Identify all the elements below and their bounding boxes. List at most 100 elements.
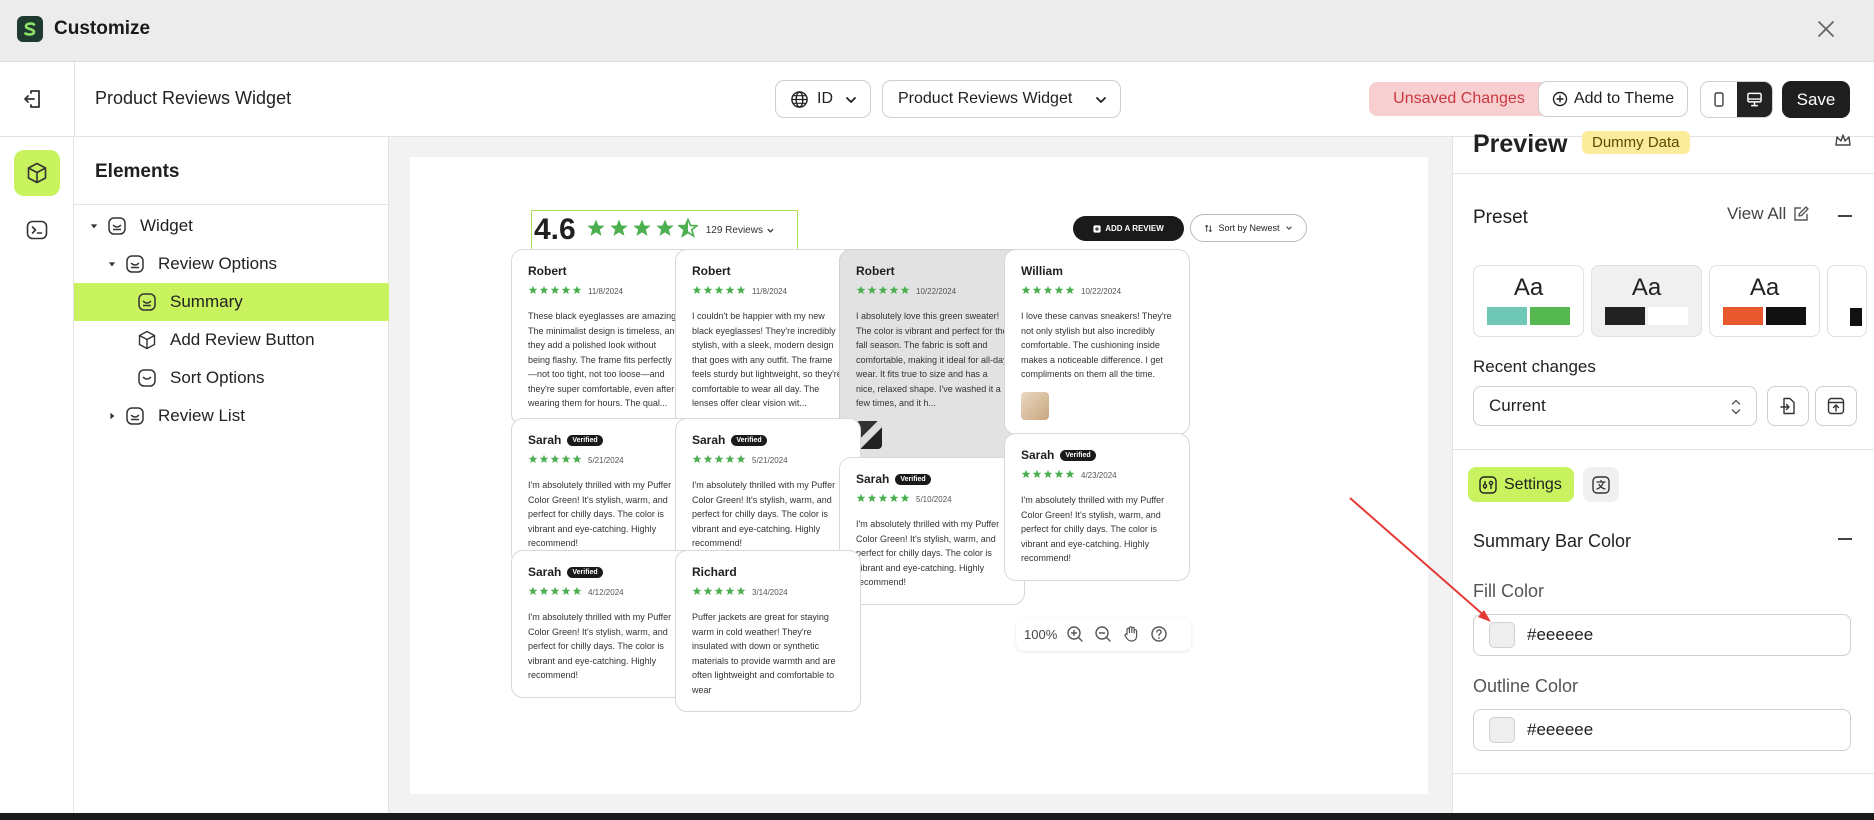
review-stars bbox=[692, 583, 746, 601]
review-stars bbox=[528, 282, 582, 300]
star-icon bbox=[856, 490, 866, 508]
fill-color-field[interactable]: #eeeeee bbox=[1473, 614, 1851, 656]
caret-right-icon[interactable] bbox=[106, 410, 118, 422]
review-card[interactable]: Richard 3/14/2024 Puffer jackets are great… bbox=[675, 550, 861, 712]
star-icon bbox=[1043, 466, 1053, 484]
tree-item-label: Add Review Button bbox=[170, 330, 315, 349]
star-icon bbox=[692, 583, 702, 601]
zoom-out-icon[interactable] bbox=[1093, 624, 1113, 644]
review-text: I couldn't be happier with my new black … bbox=[692, 311, 842, 408]
review-card[interactable]: Sarah Verified 5/21/2024 I'm absolutely thr… bbox=[511, 418, 697, 566]
star-icon bbox=[878, 282, 888, 300]
collapse-preset-icon[interactable] bbox=[1838, 215, 1852, 217]
star-icon bbox=[539, 451, 549, 469]
export-button[interactable] bbox=[1815, 386, 1857, 426]
review-card[interactable]: Robert 10/22/2024 I absolutely love this g… bbox=[839, 249, 1025, 464]
dummy-data-badge[interactable]: Dummy Data bbox=[1582, 131, 1690, 154]
view-all-link[interactable]: View All bbox=[1727, 204, 1810, 224]
swatch bbox=[1605, 307, 1645, 325]
exit-icon[interactable] bbox=[20, 86, 46, 112]
review-card[interactable]: Sarah Verified 4/12/2024 I'm absolutely thr… bbox=[511, 550, 697, 698]
mobile-icon bbox=[1714, 92, 1724, 107]
plus-square-icon bbox=[1093, 224, 1101, 233]
review-card[interactable]: Robert 11/8/2024 These black eyeglasses ar… bbox=[511, 249, 697, 426]
star-icon bbox=[528, 282, 538, 300]
language-select[interactable]: ID bbox=[775, 80, 871, 118]
tree-item-widget[interactable]: Widget bbox=[74, 207, 389, 245]
review-card[interactable]: Sarah Verified 5/10/2024 I'm absolutely thr… bbox=[839, 457, 1025, 605]
review-text: I'm absolutely thrilled with my Puffer C… bbox=[1021, 495, 1165, 563]
review-date: 3/14/2024 bbox=[752, 587, 788, 597]
star-icon bbox=[539, 282, 549, 300]
crown-icon[interactable] bbox=[1833, 131, 1853, 151]
tree-item-label: Review List bbox=[158, 406, 245, 425]
recent-changes-select[interactable]: Current bbox=[1473, 386, 1757, 426]
preset-option-1[interactable]: Aa bbox=[1473, 265, 1584, 337]
verified-badge: Verified bbox=[1060, 449, 1096, 461]
star-icon bbox=[609, 218, 629, 243]
review-name-row: Sarah Verified bbox=[692, 433, 844, 447]
review-meta: 10/22/2024 bbox=[856, 282, 1008, 300]
review-stars bbox=[856, 282, 910, 300]
star-icon bbox=[572, 282, 582, 300]
preset-option-4[interactable] bbox=[1827, 265, 1867, 337]
code-rail-button[interactable] bbox=[14, 207, 60, 253]
zoom-in-icon[interactable] bbox=[1065, 624, 1085, 644]
title-bar: Customize bbox=[0, 0, 1874, 62]
preset-option-2[interactable]: Aa bbox=[1591, 265, 1702, 337]
elements-rail-button[interactable] bbox=[14, 150, 60, 196]
reviewer-name: Sarah bbox=[856, 472, 890, 486]
mobile-view-button[interactable] bbox=[1701, 82, 1737, 117]
review-card[interactable]: William 10/22/2024 I love these canvas sne… bbox=[1004, 249, 1190, 435]
collapse-section-icon[interactable] bbox=[1838, 538, 1852, 540]
preset-swatches bbox=[1849, 308, 1865, 326]
star-icon bbox=[1054, 282, 1064, 300]
swatch bbox=[1530, 307, 1570, 325]
star-icon bbox=[736, 583, 746, 601]
preview-title: Preview bbox=[1473, 130, 1568, 158]
tree-item-review-list[interactable]: Review List bbox=[74, 397, 389, 435]
tree-item-summary[interactable]: Summary bbox=[74, 283, 389, 321]
star-icon bbox=[703, 282, 713, 300]
add-to-theme-button[interactable]: Add to Theme bbox=[1538, 81, 1688, 117]
caret-down-icon[interactable] bbox=[106, 258, 118, 270]
help-icon[interactable] bbox=[1149, 624, 1169, 644]
review-card[interactable]: Robert 11/8/2024 I couldn't be happier wit… bbox=[675, 249, 861, 426]
review-text: I love these canvas sneakers! They're no… bbox=[1021, 311, 1172, 379]
star-icon bbox=[528, 583, 538, 601]
tab-translate[interactable] bbox=[1583, 467, 1619, 502]
review-summary-bar[interactable]: 4.6 129 Reviews bbox=[531, 210, 798, 250]
fill-color-swatch[interactable] bbox=[1489, 622, 1515, 648]
review-date: 4/12/2024 bbox=[588, 587, 624, 597]
outline-color-value: #eeeeee bbox=[1527, 720, 1594, 739]
swatch bbox=[1487, 307, 1527, 325]
preset-option-3[interactable]: Aa bbox=[1709, 265, 1820, 337]
import-button[interactable] bbox=[1767, 386, 1809, 426]
review-card[interactable]: Sarah Verified 5/21/2024 I'm absolutely thr… bbox=[675, 418, 861, 566]
preset-sample: Aa bbox=[1513, 274, 1544, 301]
caret-down-icon[interactable] bbox=[88, 220, 100, 232]
tree-item-sort-options[interactable]: Sort Options bbox=[74, 359, 389, 397]
add-review-button[interactable]: ADD A REVIEW bbox=[1073, 216, 1184, 241]
outline-color-field[interactable]: #eeeeee bbox=[1473, 709, 1851, 751]
tree-item-review-options[interactable]: Review Options bbox=[74, 245, 389, 283]
review-photo[interactable] bbox=[1021, 391, 1049, 420]
widget-select[interactable]: Product Reviews Widget bbox=[882, 80, 1121, 118]
desktop-view-button[interactable] bbox=[1736, 82, 1772, 117]
verified-badge: Verified bbox=[731, 434, 767, 446]
star-icon bbox=[714, 282, 724, 300]
sort-select[interactable]: Sort by Newest bbox=[1190, 214, 1307, 242]
review-meta: 5/21/2024 bbox=[528, 451, 680, 469]
save-button[interactable]: Save bbox=[1782, 81, 1850, 118]
export-icon bbox=[1827, 397, 1845, 415]
tab-settings[interactable]: Settings bbox=[1468, 467, 1574, 502]
outline-color-swatch[interactable] bbox=[1489, 717, 1515, 743]
swatch bbox=[1849, 308, 1862, 326]
close-icon[interactable] bbox=[1814, 17, 1838, 41]
star-icon bbox=[736, 282, 746, 300]
hand-icon[interactable] bbox=[1121, 624, 1141, 644]
review-card[interactable]: Sarah Verified 4/23/2024 I'm absolutely thr… bbox=[1004, 433, 1190, 581]
tree-item-add-review-button[interactable]: Add Review Button bbox=[74, 321, 389, 359]
star-icon bbox=[725, 583, 735, 601]
review-stars bbox=[692, 451, 746, 469]
